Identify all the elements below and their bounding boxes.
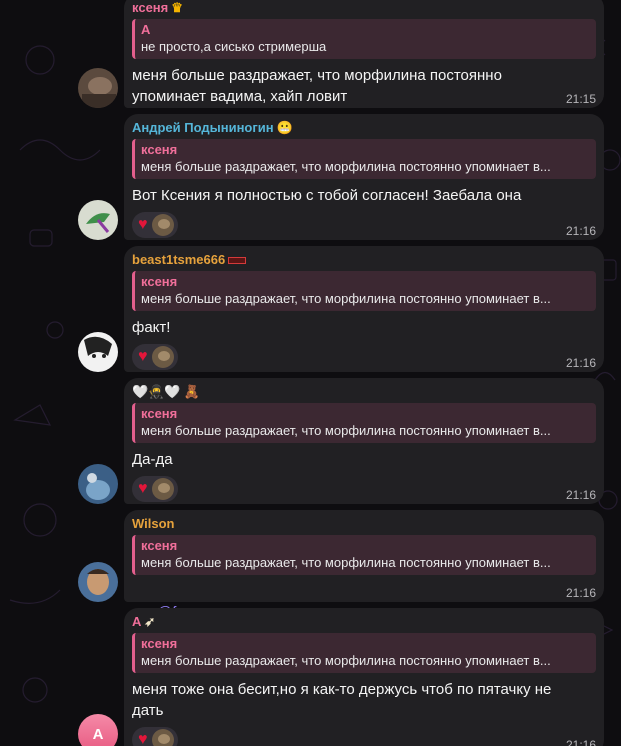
reactions-row: ♥ <box>132 212 596 240</box>
message-bubble[interactable]: ксеня ♛ А не просто,а сисько стримерша м… <box>124 0 604 108</box>
reactor-avatar <box>151 478 174 500</box>
message-bubble[interactable]: Wilson ксеня меня больше раздражает, что… <box>124 510 604 621</box>
heart-icon: ♥ <box>138 731 148 746</box>
heart-icon: ♥ <box>138 216 148 233</box>
reply-quote[interactable]: ксеня меня больше раздражает, что морфил… <box>132 271 596 311</box>
reply-text: меня больше раздражает, что морфилина по… <box>141 159 551 174</box>
reply-author: ксеня <box>141 274 178 289</box>
user-photo-icon <box>78 464 118 504</box>
reactor-avatar <box>151 729 174 746</box>
avatar[interactable] <box>78 200 118 240</box>
message-bubble[interactable]: beast1tsme666 ксеня меня больше раздража… <box>124 246 604 372</box>
message-text: меня больше раздражает, что морфилина по… <box>132 67 502 105</box>
sender-name-text[interactable]: Андрей Подыниногин <box>132 120 274 136</box>
message-time: 21:16 <box>565 738 596 746</box>
message-text: факт! <box>132 319 171 336</box>
reactor-avatar <box>151 214 174 236</box>
reply-quote[interactable]: А не просто,а сисько стримерша <box>132 19 596 59</box>
reply-author: ксеня <box>141 636 178 651</box>
reaction-chip[interactable]: ♥ <box>132 476 178 502</box>
sender-name[interactable]: 🤍🥷🤍 🧸 <box>132 384 596 400</box>
avatar[interactable] <box>78 68 118 108</box>
sender-name-text[interactable]: А <box>132 614 141 630</box>
heart-icon: ♥ <box>138 480 148 497</box>
message-bubble[interactable]: 🤍🥷🤍 🧸 ксеня меня больше раздражает, что … <box>124 378 604 504</box>
user-photo-icon <box>78 562 118 602</box>
message-time: 21:16 <box>565 224 596 238</box>
message-time: 21:16 <box>565 356 596 370</box>
reply-author: ксеня <box>141 142 178 157</box>
sender-name-text[interactable]: ксеня <box>132 0 168 16</box>
avatar[interactable] <box>78 464 118 504</box>
message-time: 21:16 <box>565 488 596 502</box>
sticker-emoji-icon: 🧸 <box>183 384 200 399</box>
reactions-row: ♥ <box>132 476 596 504</box>
sender-name-text[interactable]: 🤍🥷🤍 <box>132 384 181 400</box>
reply-quote[interactable]: ксеня меня больше раздражает, что морфил… <box>132 403 596 443</box>
avatar-letter: А <box>92 725 104 743</box>
avatar[interactable]: А <box>78 714 118 746</box>
reply-quote[interactable]: ксеня меня больше раздражает, что морфил… <box>132 535 596 575</box>
message-time: 21:16 <box>565 586 596 600</box>
reply-text: меня больше раздражает, что морфилина по… <box>141 291 551 306</box>
reactions-row: ♥ <box>132 344 596 372</box>
reply-quote[interactable]: ксеня меня больше раздражает, что морфил… <box>132 633 596 673</box>
heart-icon: ♥ <box>138 348 148 365</box>
hummingbird-photo-icon <box>78 200 118 240</box>
reply-text: меня больше раздражает, что морфилина по… <box>141 653 551 668</box>
sender-name-text[interactable]: beast1tsme666 <box>132 252 225 268</box>
sender-name[interactable]: Wilson <box>132 516 596 532</box>
sender-name[interactable]: Андрей Подыниногин 😬 <box>132 120 596 136</box>
user-photo-icon <box>78 68 118 108</box>
crown-icon: ♛ <box>171 0 183 15</box>
sender-name[interactable]: ксеня ♛ <box>132 0 596 16</box>
avatar[interactable] <box>78 562 118 602</box>
sender-name[interactable]: beast1tsme666 <box>132 252 596 268</box>
reply-text: меня больше раздражает, что морфилина по… <box>141 555 551 570</box>
reply-text: не просто,а сисько стримерша <box>141 39 327 54</box>
anime-avatar-icon <box>78 332 118 372</box>
message-text: Вот Ксения я полностью с тобой согласен!… <box>132 187 522 204</box>
reply-author: ксеня <box>141 538 178 553</box>
avatar[interactable] <box>78 332 118 372</box>
reaction-chip[interactable]: ♥ <box>132 344 178 370</box>
reply-text: меня больше раздражает, что морфилина по… <box>141 423 551 438</box>
paper-plane-emoji-icon: ➶ <box>144 614 156 629</box>
reactions-row: ♥ <box>132 727 596 746</box>
red-badge-icon <box>228 256 247 264</box>
message-text: меня тоже она бесит,но я как-то держусь … <box>132 681 552 719</box>
message-text: Да-да <box>132 451 173 468</box>
reply-author: ксеня <box>141 406 178 421</box>
sender-name[interactable]: А ➶ <box>132 614 596 630</box>
message-time: 21:15 <box>565 92 596 106</box>
reply-author: А <box>141 22 151 37</box>
reaction-chip[interactable]: ♥ <box>132 212 178 238</box>
reaction-chip[interactable]: ♥ <box>132 727 178 746</box>
reactor-avatar <box>151 346 174 368</box>
sender-name-text[interactable]: Wilson <box>132 516 175 532</box>
message-bubble[interactable]: Андрей Подыниногин 😬 ксеня меня больше р… <box>124 114 604 240</box>
message-bubble[interactable]: А ➶ ксеня меня больше раздражает, что мо… <box>124 608 604 746</box>
reply-quote[interactable]: ксеня меня больше раздражает, что морфил… <box>132 139 596 179</box>
grimace-emoji-icon: 😬 <box>276 120 293 135</box>
